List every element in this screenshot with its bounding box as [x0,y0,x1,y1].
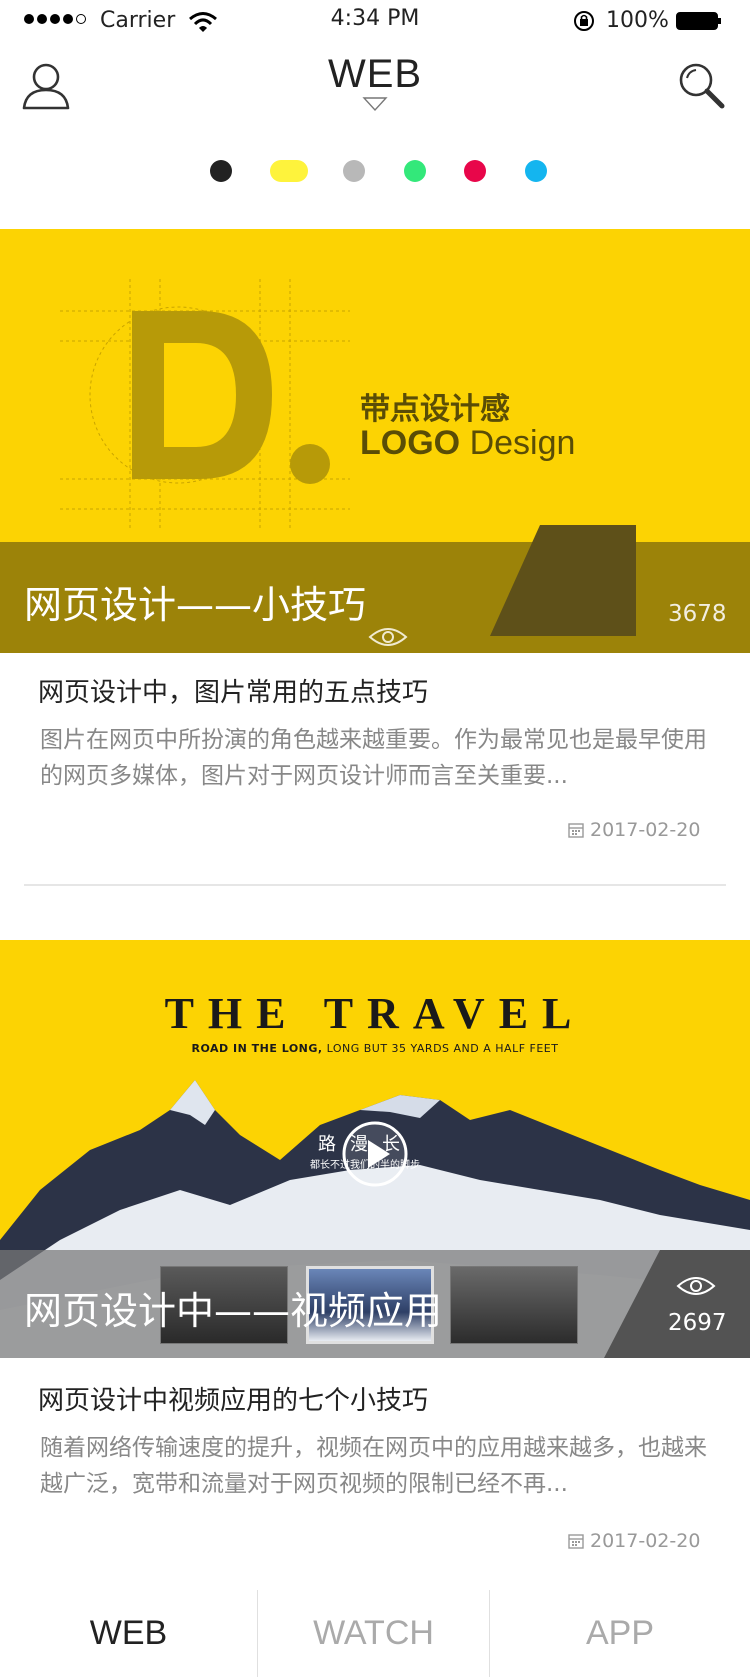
video-thumbnail[interactable] [450,1266,578,1344]
color-filter-green[interactable] [404,160,426,182]
color-filter-red[interactable] [464,160,486,182]
page-title[interactable]: WEB [0,52,750,97]
eye-icon [368,628,408,646]
play-icon[interactable] [341,1120,409,1188]
chevron-down-icon[interactable] [362,96,388,112]
tab-app[interactable]: APP [490,1590,750,1677]
article-date-text: 2017-02-20 [590,819,701,841]
calendar-icon [568,823,584,838]
color-filter-black[interactable] [210,160,232,182]
banner-heading-en: LOGO Design [360,424,575,463]
color-filter-yellow[interactable] [270,160,308,182]
article-banner-video[interactable]: THE TRAVEL ROAD IN THE LONG, LONG BUT 35… [0,940,750,1358]
tab-web[interactable]: WEB [0,1590,257,1677]
article-description: 随着网络传输速度的提升，视频在网页中的应用越来越多，也越来越广泛，宽带和流量对于… [40,1435,707,1497]
article-date: 2017-02-20 [568,1530,700,1552]
eye-icon [676,1277,716,1295]
view-count: 2697 [668,1310,727,1336]
battery-percent: 100% [606,8,669,33]
status-bar: Carrier 4:34 PM 100% [0,0,750,40]
article-title[interactable]: 网页设计中，图片常用的五点技巧 [38,672,428,709]
banner-heading-en-light: Design [469,424,576,462]
article-banner-image[interactable]: 带点设计感 LOGO Design 网页设计——小技巧 3678 [0,229,750,653]
article-title[interactable]: 网页设计中视频应用的七个小技巧 [38,1380,428,1417]
color-filter-bar [0,160,750,184]
banner-overlay-shape [490,525,636,636]
color-filter-gray[interactable] [343,160,365,182]
banner-overlay-corner [604,1250,750,1358]
color-filter-blue[interactable] [525,160,547,182]
banner-overlay-title: 网页设计中——视频应用 [24,1289,443,1333]
article-date-text: 2017-02-20 [590,1530,701,1552]
bottom-tab-bar: WEB WATCH APP [0,1590,750,1677]
article-date: 2017-02-20 [568,819,700,841]
banner-heading: THE TRAVEL [164,989,586,1038]
banner-heading-cn: 带点设计感 [360,392,510,427]
battery-icon [676,12,721,30]
logo-grid-artwork [60,279,350,529]
banner-heading-en-bold: LOGO [360,424,461,462]
calendar-icon [568,1534,584,1549]
rotation-lock-icon [574,11,594,31]
view-count: 3678 [668,601,727,627]
article-description: 图片在网页中所扮演的角色越来越重要。作为最常见也是最早使用的网页多媒体，图片对于… [40,727,707,789]
tab-watch[interactable]: WATCH [258,1590,489,1677]
divider [24,884,726,886]
search-icon[interactable] [676,60,728,112]
banner-overlay-title: 网页设计——小技巧 [24,583,367,627]
